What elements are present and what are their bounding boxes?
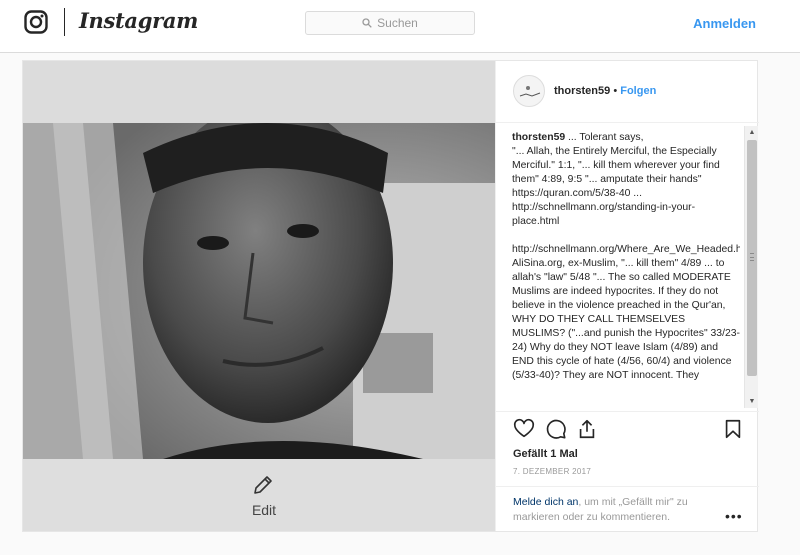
more-options-icon[interactable]: ••• — [725, 508, 743, 524]
scroll-thumb[interactable] — [747, 140, 757, 376]
login-prompt-link[interactable]: Melde dich an — [513, 496, 578, 508]
scroll-up-arrow-icon[interactable]: ▲ — [745, 126, 759, 139]
brand-divider — [64, 8, 65, 36]
top-navigation-bar: Instagram Suchen Anmelden — [0, 0, 800, 53]
heart-icon[interactable] — [513, 418, 535, 440]
author-username[interactable]: thorsten59 — [554, 85, 610, 97]
comment-icon[interactable] — [545, 418, 567, 440]
search-input[interactable]: Suchen — [305, 11, 475, 35]
caption-text: ... Tolerant says, "... Allah, the Entir… — [512, 132, 740, 381]
post-photo — [23, 123, 495, 459]
bookmark-icon[interactable] — [722, 418, 744, 440]
scroll-down-arrow-icon[interactable]: ▼ — [745, 395, 759, 408]
caption-scrollbar[interactable]: ▲ ▼ — [744, 126, 758, 408]
post-side-panel: thorsten59 • Folgen thorsten59 ... Toler… — [495, 61, 759, 531]
instagram-logo-icon[interactable] — [24, 10, 48, 34]
caption-username[interactable]: thorsten59 — [512, 132, 565, 143]
separator-dot: • — [613, 85, 618, 97]
caption-area: thorsten59 ... Tolerant says, "... Allah… — [512, 131, 740, 409]
login-link[interactable]: Anmelden — [693, 16, 756, 31]
media-top-band — [23, 61, 495, 123]
instagram-wordmark[interactable]: Instagram — [79, 8, 198, 33]
post-date[interactable]: 7. DEZEMBER 2017 — [513, 467, 591, 476]
avatar[interactable] — [513, 75, 545, 107]
post-media[interactable]: Edit — [23, 61, 495, 531]
pencil-icon[interactable] — [251, 473, 275, 497]
share-icon[interactable] — [576, 418, 598, 440]
search-icon — [362, 18, 372, 28]
follow-button[interactable]: Folgen — [620, 85, 656, 97]
login-prompt: Melde dich an, um mit „Gefällt mir" zu m… — [496, 486, 759, 532]
post-author-line: thorsten59 • Folgen — [554, 85, 656, 97]
post-header: thorsten59 • Folgen — [496, 61, 759, 123]
search-placeholder: Suchen — [377, 16, 418, 30]
scroll-grip-icon — [750, 253, 754, 261]
login-prompt-text: Melde dich an, um mit „Gefällt mir" zu m… — [513, 495, 713, 525]
edit-label[interactable]: Edit — [23, 502, 495, 518]
post-card: Edit thorsten59 • Folgen thorsten59 ... … — [22, 60, 759, 532]
like-count[interactable]: Gefällt 1 Mal — [513, 448, 578, 460]
post-actions: Gefällt 1 Mal 7. DEZEMBER 2017 Melde dic… — [496, 411, 759, 531]
